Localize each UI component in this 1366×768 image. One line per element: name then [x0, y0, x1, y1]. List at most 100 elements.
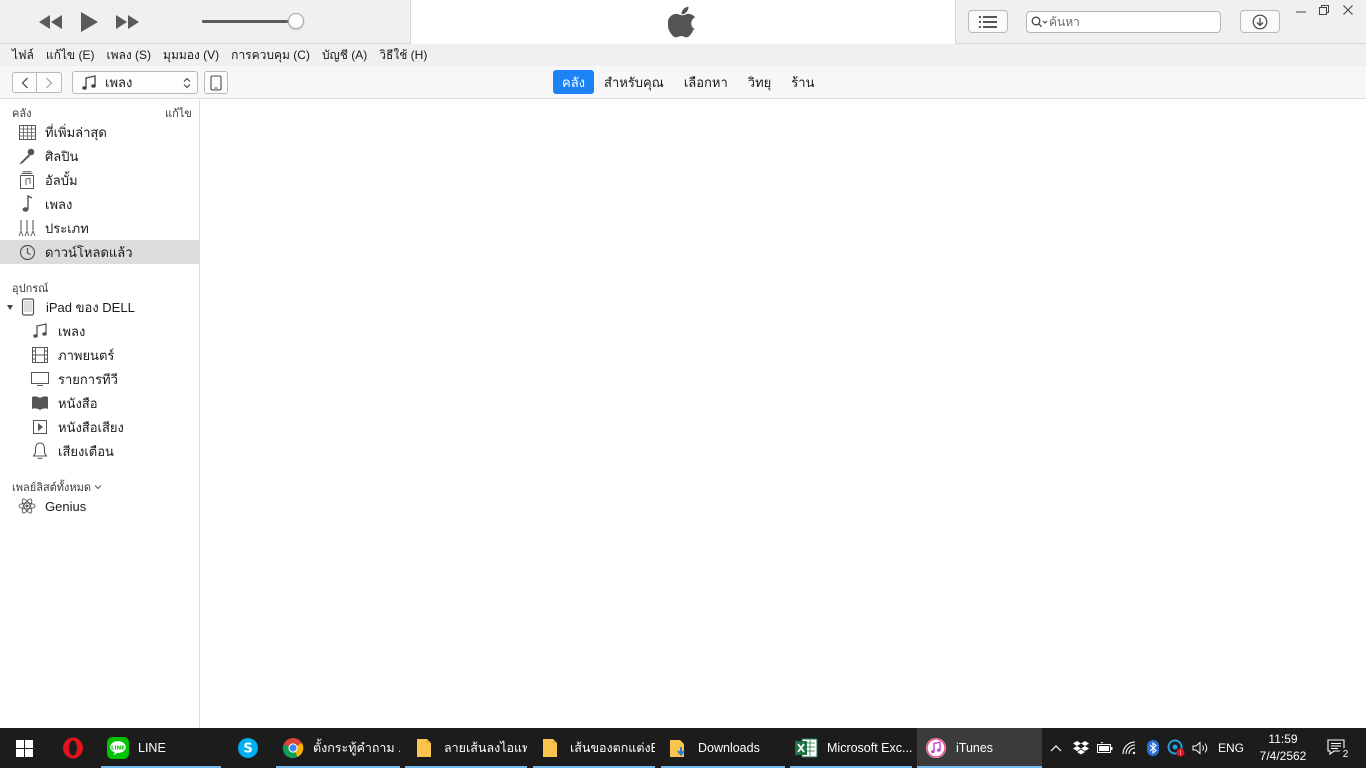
search-field[interactable] [1026, 11, 1221, 33]
sidebar-item-label: หนังสือเสียง [58, 419, 124, 435]
menu-song[interactable]: เพลง (S) [100, 46, 157, 65]
music-note-icon [18, 195, 36, 213]
chevron-up-icon [1050, 745, 1062, 752]
device-item-tv-shows[interactable]: รายการทีวี [0, 367, 200, 391]
sidebar-item-downloaded[interactable]: ดาวน์โหลดแล้ว [0, 240, 200, 264]
close-button[interactable] [1337, 2, 1359, 18]
sidebar-item-artists[interactable]: ศิลปิน [0, 144, 200, 168]
apple-logo-icon [668, 6, 696, 38]
sidebar-item-label: เพลง [45, 196, 73, 212]
device-item-books[interactable]: หนังสือ [0, 391, 200, 415]
menu-edit[interactable]: แก้ไข (E) [40, 46, 101, 65]
wifi-icon [1122, 741, 1136, 755]
taskbar-app-itunes[interactable]: iTunes [917, 728, 1042, 768]
menu-account[interactable]: บัญชี (A) [316, 46, 373, 65]
clock-time: 11:59 [1268, 732, 1298, 746]
tab-for-you[interactable]: สำหรับคุณ [594, 70, 674, 94]
device-ipad[interactable]: iPad ของ DELL [0, 295, 200, 319]
fast-forward-icon [116, 15, 139, 29]
book-icon [31, 394, 49, 412]
taskbar-app-skype[interactable]: S [226, 728, 270, 768]
folder-icon [413, 737, 435, 759]
downloads-folder-icon [667, 737, 689, 759]
tab-library[interactable]: คลัง [553, 70, 595, 94]
language-indicator[interactable]: ENG [1215, 728, 1247, 768]
volume-slider[interactable] [202, 20, 296, 23]
taskbar-app-folder-ipad[interactable]: ลายเส้นลงไอแพด [405, 728, 527, 768]
rewind-button[interactable] [36, 11, 66, 33]
disclosure-triangle-icon [7, 305, 13, 310]
sidebar-item-recently-added[interactable]: ที่เพิ่มล่าสุด [0, 120, 200, 144]
taskbar-app-folder-decor[interactable]: เส้นของตกแต่งB... [533, 728, 655, 768]
restore-button[interactable] [1313, 2, 1335, 18]
taskbar-app-excel[interactable]: Microsoft Exc... [790, 728, 912, 768]
menu-help[interactable]: วิธีใช้ (H) [373, 46, 433, 65]
up-next-button[interactable] [968, 10, 1008, 33]
updown-chevron-icon [183, 77, 191, 89]
player-toolbar [0, 0, 1366, 44]
download-icon [1252, 14, 1268, 29]
start-button[interactable] [0, 728, 48, 768]
sidebar: คลัง แก้ไข ที่เพิ่มล่าสุด ศิลปิน อัลบั้ม… [0, 100, 200, 728]
close-icon [1343, 5, 1353, 15]
search-input[interactable] [1049, 15, 1209, 29]
taskbar-app-chrome[interactable]: ตั้งกระทู้คำถาม ... [276, 728, 400, 768]
tab-store[interactable]: ร้าน [781, 70, 824, 94]
volume-fill [202, 20, 287, 23]
show-hidden-icons-button[interactable] [1045, 728, 1067, 768]
taskbar-app-downloads[interactable]: Downloads [661, 728, 785, 768]
forward-button[interactable] [37, 72, 62, 93]
antivirus-tray-button[interactable]: ! [1165, 728, 1187, 768]
bluetooth-tray-button[interactable] [1143, 728, 1163, 768]
back-button[interactable] [12, 72, 37, 93]
sidebar-item-albums[interactable]: อัลบั้ม [0, 168, 200, 192]
device-item-audiobooks[interactable]: หนังสือเสียง [0, 415, 200, 439]
clock-icon [18, 243, 36, 261]
dropbox-icon [1073, 741, 1089, 755]
svg-text:!: ! [1179, 750, 1181, 757]
play-icon [81, 12, 98, 32]
section-tabs: คลัง สำหรับคุณ เลือกหา วิทยุ ร้าน [553, 70, 824, 94]
device-item-movies[interactable]: ภาพยนตร์ [0, 343, 200, 367]
device-item-tones[interactable]: เสียงเตือน [0, 439, 200, 463]
sidebar-item-label: เพลง [58, 323, 86, 339]
taskbar-app-line[interactable]: LINE LINE [101, 728, 221, 768]
sidebar-item-label: อัลบั้ม [45, 172, 78, 188]
tv-icon [31, 370, 49, 388]
taskbar-app-opera[interactable] [52, 728, 94, 768]
dropbox-tray-button[interactable] [1070, 728, 1092, 768]
playlist-genius[interactable]: Genius [0, 494, 200, 518]
minimize-button[interactable] [1290, 2, 1312, 18]
volume-tray-button[interactable] [1189, 728, 1213, 768]
line-icon: LINE [107, 737, 129, 759]
bell-icon [31, 442, 49, 460]
wifi-tray-button[interactable] [1119, 728, 1141, 768]
device-item-music[interactable]: เพลง [0, 319, 200, 343]
menu-file[interactable]: ไฟล์ [6, 46, 40, 65]
skype-icon: S [237, 737, 259, 759]
sidebar-item-label: ที่เพิ่มล่าสุด [45, 124, 107, 140]
volume-knob[interactable] [288, 13, 304, 29]
sidebar-item-label: Genius [45, 498, 87, 514]
tab-browse[interactable]: เลือกหา [674, 70, 738, 94]
media-type-select[interactable]: เพลง [72, 71, 198, 94]
downloads-button[interactable] [1240, 10, 1280, 33]
opera-icon [62, 737, 84, 759]
microphone-icon [18, 147, 36, 165]
genre-icon [18, 219, 36, 237]
sidebar-item-genres[interactable]: ประเภท [0, 216, 200, 240]
menu-controls[interactable]: การควบคุม (C) [225, 46, 316, 65]
sidebar-item-songs[interactable]: เพลง [0, 192, 200, 216]
device-button[interactable] [204, 71, 228, 94]
play-button[interactable] [76, 8, 102, 36]
action-center-button[interactable]: 2 [1320, 728, 1354, 768]
battery-tray-button[interactable] [1094, 728, 1116, 768]
media-type-label: เพลง [105, 75, 133, 90]
fast-forward-button[interactable] [112, 11, 142, 33]
clock[interactable]: 11:59 7/4/2562 [1250, 728, 1316, 768]
tab-radio[interactable]: วิทยุ [738, 70, 782, 94]
sidebar-item-label: เสียงเตือน [58, 443, 114, 459]
taskbar-app-label: ลายเส้นลงไอแพด [444, 741, 527, 755]
menu-view[interactable]: มุมมอง (V) [157, 46, 225, 65]
svg-text:LINE: LINE [111, 745, 125, 751]
